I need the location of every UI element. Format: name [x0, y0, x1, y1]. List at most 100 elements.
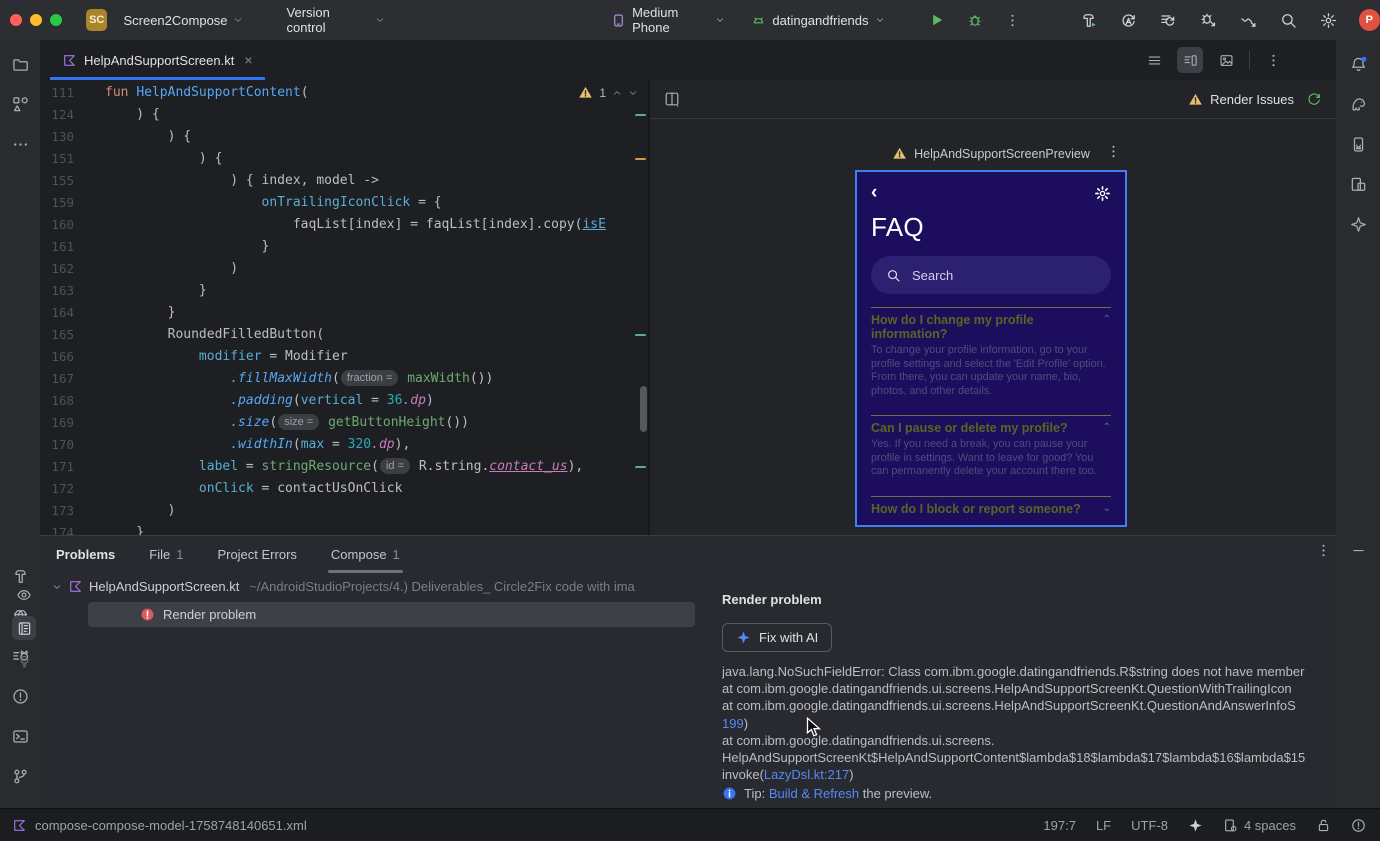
faq-search-field[interactable]: Search [871, 256, 1111, 294]
inlay-hint[interactable]: fraction = [340, 370, 399, 386]
expand-chevron-icon[interactable]: ⌄ [1103, 502, 1111, 516]
panel-tab-compose[interactable]: Compose 1 [327, 536, 403, 573]
structure-icon[interactable] [0, 84, 40, 124]
sync-tasks-icon[interactable] [1160, 12, 1177, 29]
code-line[interactable]: 159 onTrailingIconClick = { [40, 192, 648, 214]
faq-item[interactable]: How do I change my profile information? ⌃… [871, 307, 1111, 415]
code-line[interactable]: 162 ) [40, 258, 648, 280]
preview-title-row[interactable]: HelpAndSupportScreenPreview [892, 146, 1090, 161]
panel-tab-problems[interactable]: Problems [56, 536, 115, 573]
gemini-icon[interactable] [1338, 204, 1378, 244]
caret-position[interactable]: 197:7 [1043, 818, 1076, 833]
notifications-status-icon[interactable] [1351, 818, 1366, 833]
code-line[interactable]: 169 .size(size = getButtonHeight()) [40, 412, 648, 434]
panel-tab-file[interactable]: File 1 [149, 536, 183, 573]
debug-button[interactable] [967, 12, 983, 28]
editor-margin-mark[interactable] [635, 158, 646, 160]
minimize-window-button[interactable] [30, 14, 42, 26]
vcs-menu[interactable]: Version control [281, 1, 392, 39]
split-view-button[interactable] [1177, 47, 1203, 73]
editor-scrollbar[interactable] [640, 386, 647, 432]
code-line[interactable]: 167 .fillMaxWidth(fraction = maxWidth()) [40, 368, 648, 390]
inspection-widget[interactable]: 1 [578, 85, 638, 100]
profiler-icon[interactable] [1240, 12, 1257, 29]
preview-problems-button[interactable] [12, 583, 36, 607]
code-line[interactable]: 170 .widthIn(max = 320.dp), [40, 434, 648, 456]
search-icon[interactable] [1280, 12, 1297, 29]
code-line[interactable]: 111 fun HelpAndSupportContent( [40, 82, 648, 104]
prev-issue-icon[interactable] [612, 88, 622, 98]
inlay-hint[interactable]: id = [379, 458, 410, 474]
notifications-icon[interactable] [1338, 44, 1378, 84]
apply-changes-icon[interactable] [1120, 12, 1137, 29]
avatar[interactable]: P [1358, 9, 1380, 31]
expand-chevron-icon[interactable] [52, 582, 62, 592]
inlay-hint[interactable]: size = [278, 414, 320, 430]
status-file-name[interactable]: compose-compose-model-1758748140651.xml [35, 818, 307, 833]
file-encoding[interactable]: UTF-8 [1131, 818, 1168, 833]
next-issue-icon[interactable] [628, 88, 638, 98]
render-issues-label[interactable]: Render Issues [1210, 92, 1294, 107]
editor-tab-active[interactable]: HelpAndSupportScreen.kt × [50, 40, 265, 80]
back-chevron-icon[interactable]: ‹ [871, 183, 877, 202]
close-window-button[interactable] [10, 14, 22, 26]
hide-panel-icon[interactable] [1351, 543, 1366, 558]
design-view-button[interactable] [1213, 47, 1239, 73]
show-details-button[interactable] [12, 616, 36, 640]
faq-item[interactable]: How do I block or report someone? ⌄ [871, 495, 1111, 526]
indent-setting[interactable]: 4 spaces [1223, 818, 1296, 833]
more-icon[interactable] [0, 124, 40, 164]
tab-options-button[interactable] [1260, 47, 1286, 73]
editor-margin-mark[interactable] [635, 334, 646, 336]
run-configuration-selector[interactable]: datingandfriends [751, 13, 884, 28]
code-line[interactable]: 164 } [40, 302, 648, 324]
terminal-icon[interactable] [0, 716, 40, 756]
folder-icon[interactable] [0, 44, 40, 84]
preview-options-icon[interactable] [1106, 144, 1121, 159]
code-line[interactable]: 166 modifier = Modifier [40, 346, 648, 368]
collapse-chevron-icon[interactable]: ⌃ [1103, 313, 1111, 327]
more-actions-icon[interactable] [1005, 13, 1020, 28]
settings-icon[interactable] [1320, 12, 1337, 29]
version-control-icon[interactable] [0, 756, 40, 796]
editor-margin-mark[interactable] [635, 114, 646, 116]
fix-with-ai-button[interactable]: Fix with AI [722, 623, 833, 652]
code-line[interactable]: 172 onClick = contactUsOnClick [40, 478, 648, 500]
device-selector[interactable]: Medium Phone [611, 5, 725, 35]
code-line[interactable]: 165 RoundedFilledButton( [40, 324, 648, 346]
code-line[interactable]: 171 label = stringResource(id = R.string… [40, 456, 648, 478]
code-line[interactable]: 163 } [40, 280, 648, 302]
run-button[interactable] [929, 12, 945, 28]
code-line[interactable]: 168 .padding(vertical = 36.dp) [40, 390, 648, 412]
code-line[interactable]: 173 ) [40, 500, 648, 522]
build-run-icon[interactable] [1080, 12, 1097, 29]
phone-preview[interactable]: ‹ FAQ Search How do I change my profile … [855, 170, 1127, 527]
ai-assistant-icon[interactable] [1188, 818, 1203, 833]
problems-icon[interactable] [0, 676, 40, 716]
code-editor[interactable]: 111 fun HelpAndSupportContent(124 ) {130 … [40, 80, 648, 535]
build-refresh-link[interactable]: Build & Refresh [769, 786, 859, 801]
problems-file-row[interactable]: HelpAndSupportScreen.kt ~/AndroidStudioP… [52, 579, 692, 594]
code-line[interactable]: 151 ) { [40, 148, 648, 170]
stack-link[interactable]: LazyDsl.kt:217 [764, 767, 849, 782]
code-line[interactable]: 124 ) { [40, 104, 648, 126]
code-line[interactable]: 174 } [40, 522, 648, 535]
zoom-window-button[interactable] [50, 14, 62, 26]
panel-options-icon[interactable] [1316, 543, 1331, 558]
panel-tab-project-errors[interactable]: Project Errors [217, 536, 296, 573]
close-tab-icon[interactable]: × [244, 52, 252, 68]
code-line[interactable]: 155 ) { index, model -> [40, 170, 648, 192]
code-line[interactable]: 130 ) { [40, 126, 648, 148]
editor-margin-mark[interactable] [635, 466, 646, 468]
faq-item[interactable]: Can I pause or delete my profile? ⌃ Yes. I… [871, 415, 1111, 496]
running-devices-icon[interactable] [1338, 124, 1378, 164]
render-problem-row[interactable]: Render problem [88, 602, 695, 627]
collapse-chevron-icon[interactable]: ⌃ [1103, 421, 1111, 435]
settings-gear-icon[interactable] [1094, 185, 1111, 202]
refresh-preview-icon[interactable] [1306, 91, 1322, 107]
code-line[interactable]: 160 faqList[index] = faqList[index].copy… [40, 214, 648, 236]
unlock-icon[interactable] [1316, 818, 1331, 833]
stack-link[interactable]: 199 [722, 716, 744, 731]
code-line[interactable]: 161 } [40, 236, 648, 258]
gradle-icon[interactable] [1338, 84, 1378, 124]
